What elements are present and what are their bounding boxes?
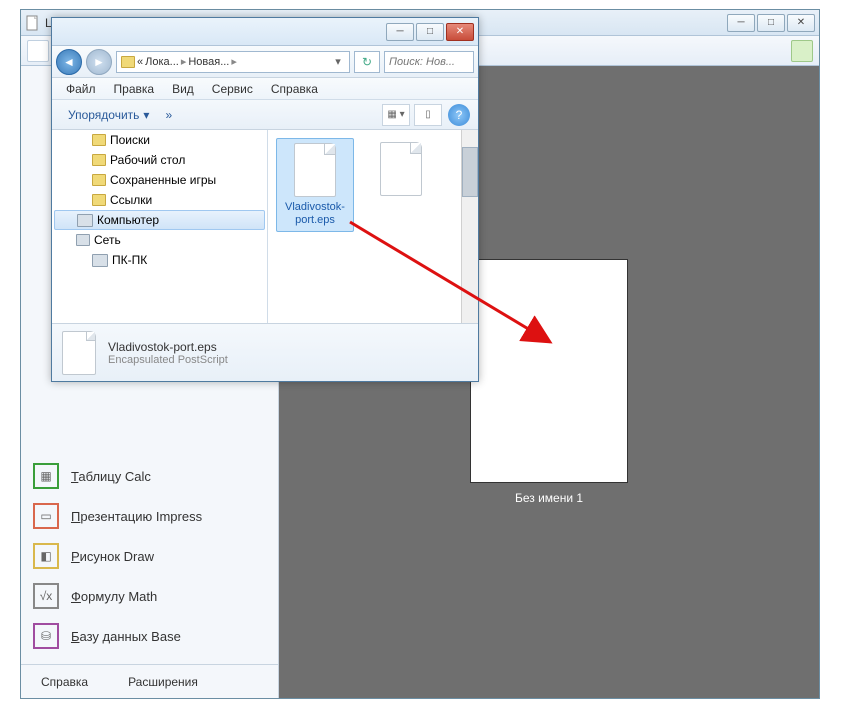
lo-close-button[interactable]: ✕	[787, 14, 815, 32]
explorer-titlebar[interactable]: ─ □ ✕	[52, 18, 478, 46]
menu-view[interactable]: Вид	[164, 80, 202, 98]
lo-footer-extensions[interactable]: Расширения	[128, 675, 198, 689]
explorer-menubar: Файл Правка Вид Сервис Справка	[52, 78, 478, 100]
toolbar-more[interactable]: »	[157, 104, 180, 126]
lo-doc-thumbnail[interactable]	[470, 259, 628, 483]
computer-icon	[92, 254, 108, 267]
tree-item-pcpc[interactable]: ПК-ПК	[52, 250, 267, 270]
computer-icon	[77, 214, 93, 227]
explorer-details-pane: Vladivostok-port.eps Encapsulated PostSc…	[52, 323, 478, 381]
launcher-impress-label: Презентацию Impress	[71, 509, 202, 524]
lo-toolbar-icon[interactable]	[27, 40, 49, 62]
ex-close-button[interactable]: ✕	[446, 23, 474, 41]
tree-item-savedgames[interactable]: Сохраненные игры	[52, 170, 267, 190]
nav-forward-button[interactable]: ►	[86, 49, 112, 75]
menu-help[interactable]: Справка	[263, 80, 326, 98]
folder-icon	[92, 154, 106, 166]
breadcrumb-left: «	[137, 56, 143, 68]
refresh-button[interactable]: ↻	[354, 51, 380, 73]
menu-file[interactable]: Файл	[58, 80, 104, 98]
libreoffice-icon	[25, 15, 41, 31]
scrollbar-thumb[interactable]	[462, 147, 478, 197]
view-mode-button[interactable]: ▦ ▾	[382, 104, 410, 126]
launcher-calc-label: Таблицу Calc	[71, 469, 151, 484]
search-input[interactable]	[384, 51, 474, 73]
tree-item-computer[interactable]: Компьютер	[54, 210, 265, 230]
file-item[interactable]	[362, 138, 440, 232]
launcher-math[interactable]: √x Формулу Math	[21, 576, 278, 616]
launcher-calc[interactable]: ▦ Таблицу Calc	[21, 456, 278, 496]
explorer-toolbar: Упорядочить ▾ » ▦ ▾ ▯ ?	[52, 100, 478, 130]
file-icon	[294, 143, 336, 197]
folder-icon	[92, 134, 106, 146]
breadcrumb-sep-icon[interactable]: ▸	[181, 55, 187, 68]
launcher-draw[interactable]: ◧ Рисунок Draw	[21, 536, 278, 576]
explorer-files-pane[interactable]: Vladivostok-port.eps	[268, 130, 478, 323]
launcher-base[interactable]: ⛁ Базу данных Base	[21, 616, 278, 656]
scrollbar[interactable]	[461, 130, 478, 323]
lo-minimize-button[interactable]: ─	[727, 14, 755, 32]
folder-icon	[121, 56, 135, 68]
breadcrumb-part2[interactable]: Новая...	[188, 56, 229, 68]
organize-button[interactable]: Упорядочить ▾	[60, 104, 157, 126]
ex-maximize-button[interactable]: □	[416, 23, 444, 41]
preview-pane-button[interactable]: ▯	[414, 104, 442, 126]
folder-icon	[92, 174, 106, 186]
explorer-navbar: ◄ ► « Лока... ▸ Новая... ▸ ▾ ↻	[52, 46, 478, 78]
details-filename: Vladivostok-port.eps	[108, 340, 228, 354]
lo-update-icon[interactable]	[791, 40, 813, 62]
folder-icon	[92, 194, 106, 206]
draw-icon: ◧	[33, 543, 59, 569]
tree-item-links[interactable]: Ссылки	[52, 190, 267, 210]
lo-footer-help[interactable]: Справка	[41, 675, 88, 689]
launcher-draw-label: Рисунок Draw	[71, 549, 154, 564]
nav-back-button[interactable]: ◄	[56, 49, 82, 75]
explorer-window: ─ □ ✕ ◄ ► « Лока... ▸ Новая... ▸ ▾ ↻ Фай…	[51, 17, 479, 382]
launcher-impress[interactable]: ▭ Презентацию Impress	[21, 496, 278, 536]
breadcrumb-sep-icon[interactable]: ▸	[231, 55, 237, 68]
ex-minimize-button[interactable]: ─	[386, 23, 414, 41]
details-filetype: Encapsulated PostScript	[108, 354, 228, 366]
file-item-selected[interactable]: Vladivostok-port.eps	[276, 138, 354, 232]
network-icon	[76, 234, 90, 246]
lo-doc-label: Без имени 1	[515, 491, 583, 505]
file-icon	[62, 331, 96, 375]
impress-icon: ▭	[33, 503, 59, 529]
lo-maximize-button[interactable]: □	[757, 14, 785, 32]
tree-item-network[interactable]: Сеть	[52, 230, 267, 250]
file-icon	[380, 142, 422, 196]
breadcrumb[interactable]: « Лока... ▸ Новая... ▸ ▾	[116, 51, 350, 73]
launcher-base-label: Базу данных Base	[71, 629, 181, 644]
file-name: Vladivostok-port.eps	[281, 201, 349, 227]
menu-service[interactable]: Сервис	[204, 80, 261, 98]
explorer-tree[interactable]: Поиски Рабочий стол Сохраненные игры Ссы…	[52, 130, 268, 323]
help-button[interactable]: ?	[448, 104, 470, 126]
breadcrumb-dropdown-icon[interactable]: ▾	[331, 55, 345, 68]
math-icon: √x	[33, 583, 59, 609]
calc-icon: ▦	[33, 463, 59, 489]
breadcrumb-part1[interactable]: Лока...	[145, 56, 179, 68]
chevron-down-icon: ▾	[143, 108, 149, 122]
base-icon: ⛁	[33, 623, 59, 649]
menu-edit[interactable]: Правка	[106, 80, 163, 98]
tree-item-searches[interactable]: Поиски	[52, 130, 267, 150]
lo-footer: Справка Расширения	[21, 664, 278, 698]
tree-item-desktop[interactable]: Рабочий стол	[52, 150, 267, 170]
launcher-math-label: Формулу Math	[71, 589, 157, 604]
